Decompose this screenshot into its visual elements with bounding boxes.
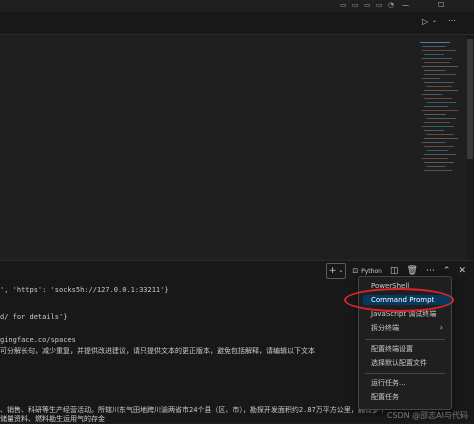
menu-item-run-task[interactable]: 运行任务... [371, 378, 406, 388]
menu-item-configure-terminal-settings[interactable]: 配置终端设置 [371, 344, 413, 354]
terminal-line: d/ for details'} [0, 313, 68, 321]
menu-separator [365, 373, 445, 374]
minimize-icon[interactable]: — [402, 1, 409, 10]
layout-icon: ▭ [364, 1, 371, 9]
plus-icon: + [328, 266, 337, 276]
editor-scrollbar[interactable] [466, 35, 474, 260]
window-icon: ▭ [340, 1, 347, 9]
run-icon[interactable]: ▷ [422, 17, 428, 26]
chevron-right-icon: › [439, 323, 443, 332]
terminal-line: ', 'https': 'socks5h://127.0.0.1:33211'} [0, 286, 169, 294]
editor-area[interactable] [0, 35, 474, 260]
close-icon[interactable]: ✕ [456, 264, 468, 278]
layout-icon: ▭ [352, 1, 359, 9]
layout-icon: ▭ [376, 1, 383, 9]
terminal-profile-label: Python [361, 267, 382, 275]
terminal-line: 储量资料、燃料勘生运用气的存金 [0, 415, 105, 423]
maximize-icon[interactable]: ☐ [438, 1, 444, 10]
minimap[interactable] [418, 40, 460, 180]
menu-item-configure-tasks[interactable]: 配置任务 [371, 392, 399, 402]
user-icon: ◔ [388, 1, 395, 9]
terminal-icon: ⊡ [352, 266, 359, 275]
menu-item-select-default-profile[interactable]: 选择默认配置文件 [371, 358, 427, 368]
editor-tab-bar: ▷ ⌄ ⋯ [0, 12, 474, 35]
chevron-down-icon[interactable]: ⌄ [338, 264, 343, 278]
terminal-line: 可分解长句，减少重复，并提供改进建议，请只提供文本的更正版本，避免包括解释，请编… [0, 347, 315, 355]
terminal-line: gingface.co/spaces [0, 336, 76, 344]
new-terminal-button[interactable]: + ⌄ [325, 263, 347, 279]
watermark: CSDN @邵志AI与代码 [386, 411, 468, 420]
menu-item-split-terminal[interactable]: 拆分终端 [371, 323, 399, 333]
ellipsis-icon[interactable]: ⋯ [448, 16, 456, 25]
menu-separator [365, 339, 445, 340]
chevron-down-icon[interactable]: ⌄ [432, 17, 437, 24]
highlight-ring [344, 288, 454, 312]
title-bar: ▭ ▭ ▭ ▭ ◔ — ☐ [0, 0, 474, 12]
scrollbar-thumb[interactable] [467, 39, 473, 159]
